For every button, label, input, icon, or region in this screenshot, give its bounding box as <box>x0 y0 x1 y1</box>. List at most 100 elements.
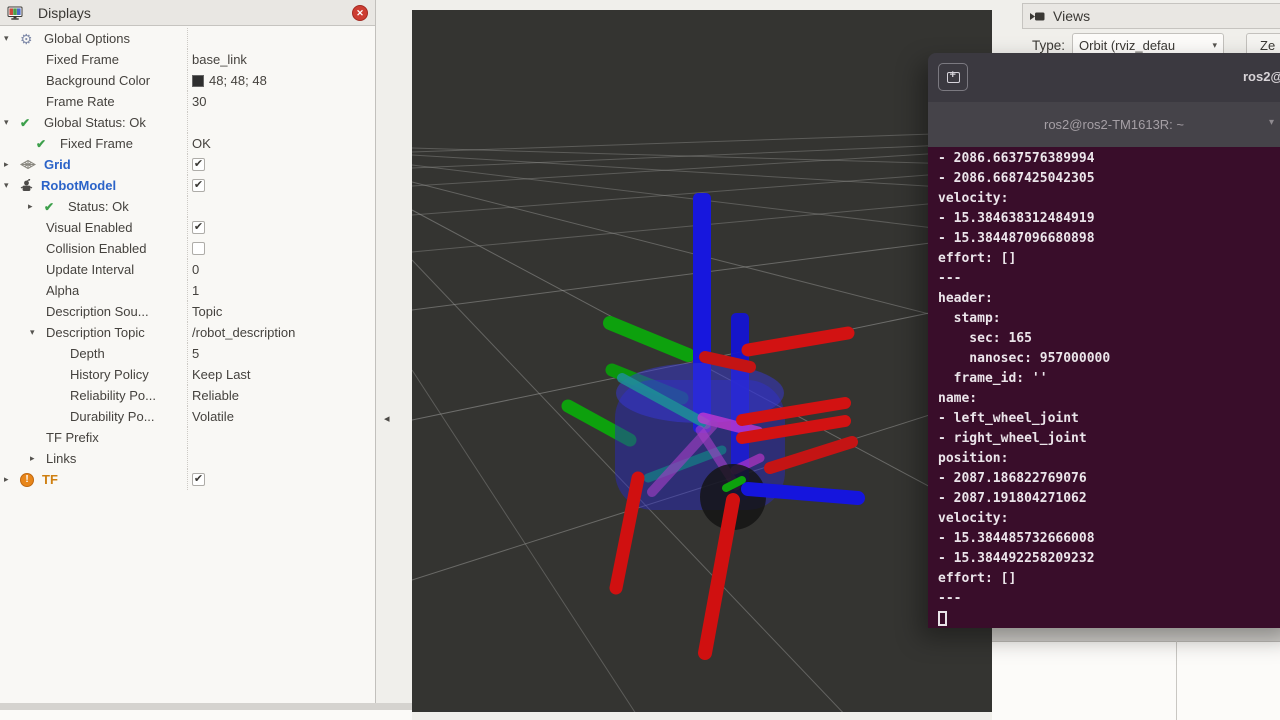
terminal-output[interactable]: - 2086.6637576389994- 2086.6687425042305… <box>928 147 1280 628</box>
collapse-panel-arrow-icon[interactable]: ◂ <box>384 412 390 425</box>
terminal-line: --- <box>938 589 1280 609</box>
property-value[interactable]: /robot_description <box>192 325 295 340</box>
property-label: RobotModel <box>41 178 116 193</box>
display-property-row[interactable]: Collision Enabled <box>0 238 375 259</box>
terminal-titlebar[interactable]: ros2@ <box>928 53 1280 102</box>
views-list[interactable] <box>992 641 1280 720</box>
3d-scene[interactable] <box>412 10 992 712</box>
terminal-window[interactable]: ros2@ ros2@ros2-TM1613R: ~ ▾ - 2086.6637… <box>928 53 1280 628</box>
property-label: Background Color <box>46 73 150 88</box>
displays-panel: Displays ✕ ▾⚙Global Options Fixed Frame ba… <box>0 0 376 703</box>
property-label: Alpha <box>46 283 79 298</box>
close-icon[interactable]: ✕ <box>352 5 368 21</box>
display-property-row[interactable]: ✔ Fixed Frame OK <box>0 133 375 154</box>
displays-panel-titlebar: Displays ✕ <box>0 0 375 26</box>
chevron-right-icon[interactable]: ▸ <box>4 474 20 485</box>
display-property-row[interactable]: Frame Rate 30 <box>0 91 375 112</box>
chevron-right-icon[interactable]: ▸ <box>28 201 44 212</box>
display-property-row[interactable]: Update Interval0 <box>0 259 375 280</box>
property-label: History Policy <box>70 367 149 382</box>
display-property-row[interactable]: ▾Description Topic/robot_description <box>0 322 375 343</box>
property-value[interactable]: Topic <box>192 304 222 319</box>
chevron-down-icon[interactable]: ▾ <box>30 327 46 338</box>
terminal-line: - 15.384487096680898 <box>938 229 1280 249</box>
tf-warning-icon: ! <box>20 473 34 487</box>
terminal-line: effort: [] <box>938 569 1280 589</box>
display-property-row[interactable]: ▸Grid✔ <box>0 154 375 175</box>
display-property-row[interactable]: ▾ RobotModel ✔ <box>0 175 375 196</box>
terminal-window-title: ros2@ <box>1243 69 1280 84</box>
display-property-row[interactable]: Durability Po... Volatile <box>0 406 375 427</box>
property-value[interactable]: 48; 48; 48 <box>209 73 267 88</box>
display-property-row[interactable]: Background Color 48; 48; 48 <box>0 70 375 91</box>
checkbox[interactable]: ✔ <box>192 179 205 192</box>
property-label: Global Options <box>44 31 130 46</box>
property-value[interactable]: base_link <box>192 52 247 67</box>
display-property-row[interactable]: Visual Enabled✔ <box>0 217 375 238</box>
property-value[interactable]: OK <box>192 136 211 151</box>
terminal-line: frame_id: '' <box>938 369 1280 389</box>
property-label: Global Status: Ok <box>44 115 146 130</box>
property-label: Depth <box>70 346 105 361</box>
property-value[interactable]: Keep Last <box>192 367 251 382</box>
terminal-tabbar: ros2@ros2-TM1613R: ~ ▾ <box>928 102 1280 147</box>
display-property-row[interactable]: ▾⚙Global Options <box>0 28 375 49</box>
views-camera-icon <box>1030 11 1046 22</box>
display-property-row[interactable]: Reliability Po...Reliable <box>0 385 375 406</box>
display-property-row[interactable]: Fixed Frame base_link <box>0 49 375 70</box>
views-panel-divider <box>992 628 1280 641</box>
display-property-row[interactable]: ▾✔Global Status: Ok <box>0 112 375 133</box>
display-property-row[interactable]: ▸Links <box>0 448 375 469</box>
panel-splitter[interactable] <box>0 703 412 710</box>
3d-viewport[interactable] <box>412 10 992 712</box>
status-ok-check-icon: ✔ <box>44 200 60 214</box>
chevron-down-icon: ▾ <box>1213 40 1218 51</box>
new-tab-button[interactable] <box>938 63 968 91</box>
view-type-value: Orbit (rviz_defau <box>1079 38 1208 53</box>
checkbox[interactable]: ✔ <box>192 221 205 234</box>
displays-property-tree: ▾⚙Global Options Fixed Frame base_link Back… <box>0 28 375 490</box>
display-property-row[interactable]: ▸! TF ✔ <box>0 469 375 490</box>
checkbox[interactable] <box>192 242 205 255</box>
display-property-row[interactable]: ▸✔Status: Ok <box>0 196 375 217</box>
terminal-line: - 2087.186822769076 <box>938 469 1280 489</box>
new-tab-icon <box>947 72 960 83</box>
property-label: Frame Rate <box>46 94 115 109</box>
property-value[interactable]: Volatile <box>192 409 234 424</box>
terminal-line: - 15.384485732666008 <box>938 529 1280 549</box>
display-property-row[interactable]: Alpha 1 <box>0 280 375 301</box>
views-panel-titlebar: Views <box>1022 3 1280 29</box>
tab-chevron-down-icon[interactable]: ▾ <box>1269 117 1274 128</box>
robot-model-icon <box>20 179 33 193</box>
property-label: Fixed Frame <box>60 136 133 151</box>
status-ok-check-icon: ✔ <box>36 137 52 151</box>
property-label: TF Prefix <box>46 430 99 445</box>
property-label: Durability Po... <box>70 409 155 424</box>
checkbox[interactable]: ✔ <box>192 473 205 486</box>
property-label: Description Topic <box>46 325 145 340</box>
property-value[interactable]: Reliable <box>192 388 239 403</box>
property-label: Fixed Frame <box>46 52 119 67</box>
display-property-row[interactable]: History Policy Keep Last <box>0 364 375 385</box>
chevron-right-icon[interactable]: ▸ <box>30 453 46 464</box>
terminal-line: - 2086.6687425042305 <box>938 169 1280 189</box>
grid-display-icon <box>20 159 36 170</box>
property-label: TF <box>42 472 58 487</box>
property-value[interactable]: 1 <box>192 283 199 298</box>
property-value[interactable]: 5 <box>192 346 199 361</box>
property-value[interactable]: 30 <box>192 94 206 109</box>
terminal-line: - left_wheel_joint <box>938 409 1280 429</box>
chevron-right-icon[interactable]: ▸ <box>4 159 20 170</box>
display-property-row[interactable]: Description Sou...Topic <box>0 301 375 322</box>
property-value[interactable]: 0 <box>192 262 199 277</box>
chevron-down-icon[interactable]: ▾ <box>4 117 20 128</box>
display-property-row[interactable]: Depth 5 <box>0 343 375 364</box>
terminal-line: --- <box>938 269 1280 289</box>
terminal-tab[interactable]: ros2@ros2-TM1613R: ~ <box>1044 117 1184 132</box>
checkbox[interactable]: ✔ <box>192 158 205 171</box>
display-property-row[interactable]: TF Prefix <box>0 427 375 448</box>
color-swatch[interactable] <box>192 75 204 87</box>
chevron-down-icon[interactable]: ▾ <box>4 33 20 44</box>
chevron-down-icon[interactable]: ▾ <box>4 180 20 191</box>
terminal-line: velocity: <box>938 509 1280 529</box>
